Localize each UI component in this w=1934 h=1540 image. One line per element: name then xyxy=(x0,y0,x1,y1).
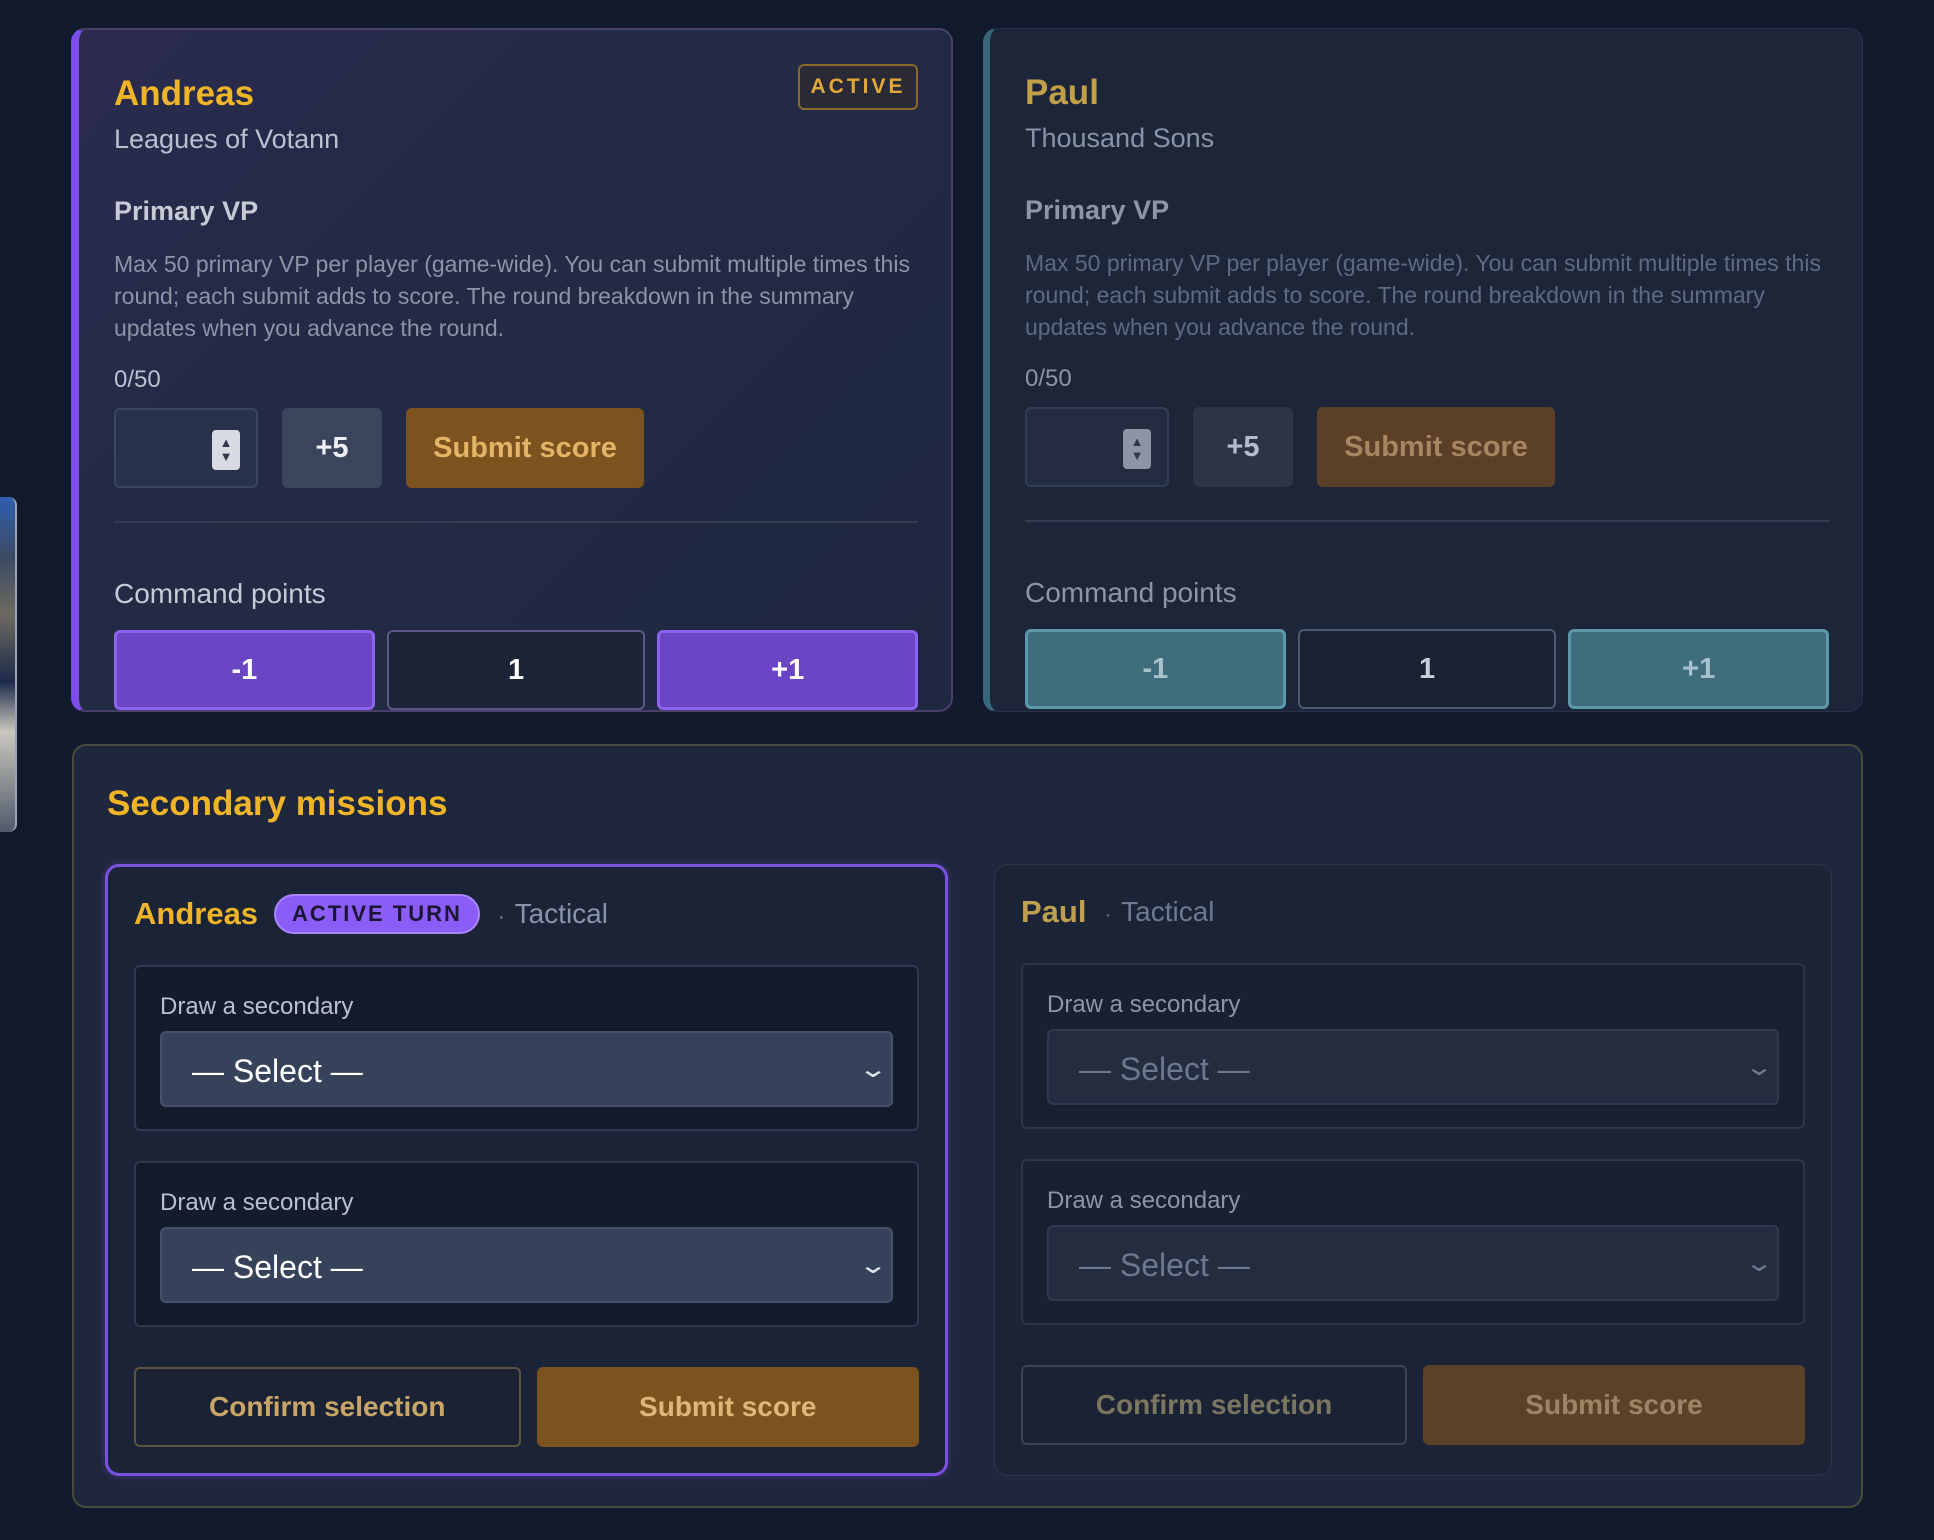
draw-secondary-label: Draw a secondary xyxy=(160,1189,354,1216)
player-name: Paul xyxy=(1025,73,1099,112)
number-spinner-icon[interactable]: ▲ ▼ xyxy=(212,430,240,470)
chevron-down-icon: ⌄ xyxy=(1743,1054,1775,1081)
command-points-label: Command points xyxy=(1025,577,1237,608)
chevron-down-icon: ⌄ xyxy=(1743,1250,1775,1277)
secondary-select[interactable]: — Select — ⌄ xyxy=(1047,1225,1779,1301)
separator-dot: · xyxy=(497,906,505,928)
secondary-select[interactable]: — Select — ⌄ xyxy=(160,1227,893,1303)
primary-vp-input[interactable]: ▲ ▼ xyxy=(114,408,258,488)
mission-type-label: Tactical xyxy=(514,898,608,929)
cp-increment-button[interactable]: +1 xyxy=(657,630,919,710)
partial-window-thumbnail xyxy=(0,497,17,832)
submit-secondary-score-button[interactable]: Submit score xyxy=(536,1367,919,1447)
spin-down-icon[interactable]: ▼ xyxy=(1131,449,1144,463)
primary-vp-input[interactable]: ▲ ▼ xyxy=(1025,407,1169,487)
player-card-andreas: Andreas Leagues of Votann ACTIVE Primary… xyxy=(71,28,953,712)
panel-header: Andreas ACTIVE TURN · Tactical xyxy=(134,894,608,934)
draw-secondary-label: Draw a secondary xyxy=(1047,991,1241,1018)
secondary-missions-title: Secondary missions xyxy=(107,784,448,823)
submit-secondary-score-button[interactable]: Submit score xyxy=(1423,1365,1805,1445)
player-faction: Thousand Sons xyxy=(1025,123,1215,153)
confirm-selection-button[interactable]: Confirm selection xyxy=(1021,1365,1407,1445)
divider xyxy=(114,521,918,523)
cp-value: 1 xyxy=(386,630,646,710)
select-value: — Select — xyxy=(1079,1051,1250,1087)
cp-decrement-button[interactable]: -1 xyxy=(114,630,375,710)
primary-vp-help-text: Max 50 primary VP per player (game-wide)… xyxy=(1025,250,1821,340)
plus-five-button[interactable]: +5 xyxy=(282,408,382,488)
primary-vp-progress: 0/50 xyxy=(1025,365,1072,392)
cp-value: 1 xyxy=(1297,629,1557,709)
player-name: Andreas xyxy=(114,74,255,113)
mission-type: · Tactical xyxy=(498,898,608,930)
secondary-panel-andreas: Andreas ACTIVE TURN · Tactical Draw a sec… xyxy=(105,864,948,1476)
primary-vp-progress: 0/50 xyxy=(114,366,161,393)
draw-secondary-box: Draw a secondary — Select — ⌄ xyxy=(1021,1159,1805,1325)
secondary-missions-section: Secondary missions Andreas ACTIVE TURN ·… xyxy=(72,744,1863,1508)
select-value: — Select — xyxy=(192,1053,363,1089)
divider xyxy=(1025,520,1829,522)
draw-secondary-label: Draw a secondary xyxy=(160,993,354,1020)
cp-increment-button[interactable]: +1 xyxy=(1568,629,1830,709)
chevron-down-icon: ⌄ xyxy=(857,1056,889,1083)
panel-header: Paul · Tactical xyxy=(1021,892,1215,932)
plus-five-button[interactable]: +5 xyxy=(1193,407,1293,487)
draw-secondary-box: Draw a secondary — Select — ⌄ xyxy=(134,965,919,1131)
submit-primary-score-button[interactable]: Submit score xyxy=(1317,407,1555,487)
secondary-actions: Confirm selection Submit score xyxy=(1021,1365,1805,1445)
player-name: Paul xyxy=(1021,894,1087,929)
number-spinner-icon[interactable]: ▲ ▼ xyxy=(1123,429,1151,469)
command-points-controls: -1 1 +1 xyxy=(1025,629,1830,709)
chevron-down-icon: ⌄ xyxy=(857,1252,889,1279)
select-value: — Select — xyxy=(1079,1247,1250,1283)
mission-type-label: Tactical xyxy=(1121,896,1215,927)
secondary-select[interactable]: — Select — ⌄ xyxy=(1047,1029,1779,1105)
primary-vp-label: Primary VP xyxy=(1025,195,1170,225)
secondary-panel-paul: Paul · Tactical Draw a secondary — Select… xyxy=(994,864,1832,1476)
draw-secondary-box: Draw a secondary — Select — ⌄ xyxy=(134,1161,919,1327)
draw-secondary-label: Draw a secondary xyxy=(1047,1187,1241,1214)
secondary-actions: Confirm selection Submit score xyxy=(134,1367,919,1447)
player-card-paul: Paul Thousand Sons Primary VP Max 50 pri… xyxy=(983,28,1863,712)
secondary-select[interactable]: — Select — ⌄ xyxy=(160,1031,893,1107)
mission-type: · Tactical xyxy=(1104,896,1214,928)
cp-decrement-button[interactable]: -1 xyxy=(1025,629,1286,709)
spin-up-icon[interactable]: ▲ xyxy=(220,436,233,450)
draw-secondary-box: Draw a secondary — Select — ⌄ xyxy=(1021,963,1805,1129)
command-points-controls: -1 1 +1 xyxy=(114,630,919,710)
confirm-selection-button[interactable]: Confirm selection xyxy=(134,1367,521,1447)
player-name: Andreas xyxy=(134,896,259,931)
primary-vp-help-text: Max 50 primary VP per player (game-wide)… xyxy=(114,251,910,341)
separator-dot: · xyxy=(1104,904,1112,926)
command-points-label: Command points xyxy=(114,578,326,609)
active-turn-badge: ACTIVE TURN xyxy=(274,894,480,934)
primary-vp-label: Primary VP xyxy=(114,196,259,226)
player-faction: Leagues of Votann xyxy=(114,124,340,154)
submit-primary-score-button[interactable]: Submit score xyxy=(406,408,644,488)
spin-down-icon[interactable]: ▼ xyxy=(220,450,233,464)
spin-up-icon[interactable]: ▲ xyxy=(1131,435,1144,449)
select-value: — Select — xyxy=(192,1249,363,1285)
active-status-badge: ACTIVE xyxy=(798,64,918,110)
